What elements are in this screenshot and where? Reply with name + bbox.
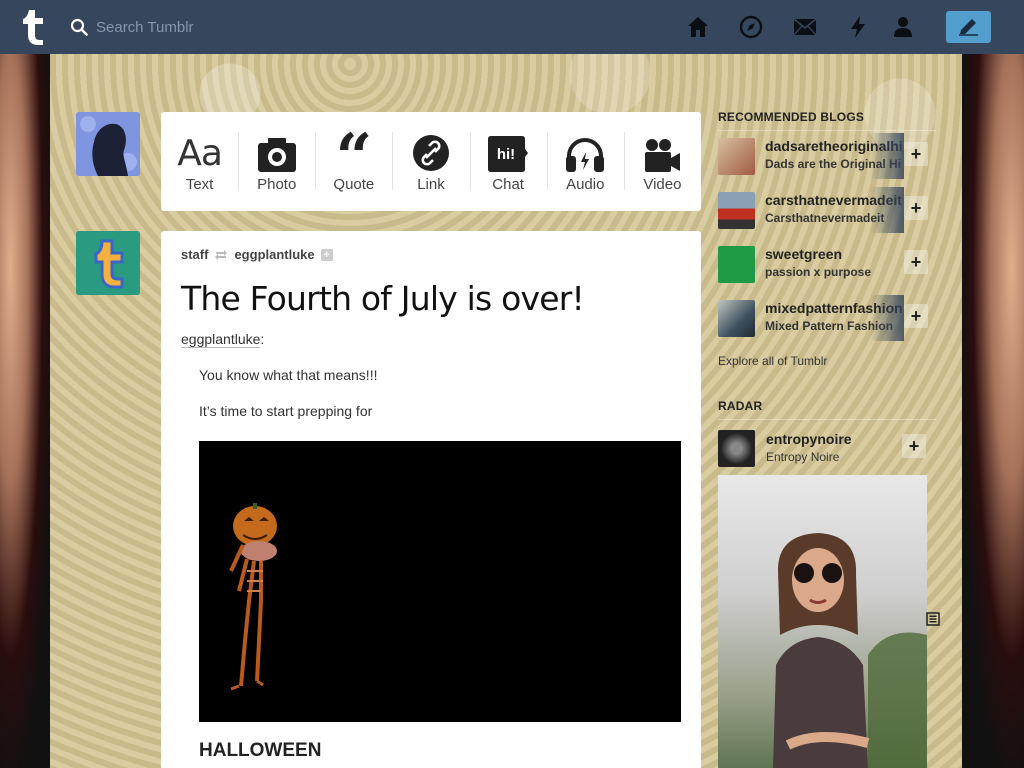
follow-button[interactable]: +	[904, 304, 928, 328]
home-icon[interactable]	[686, 15, 710, 39]
recommended-blog[interactable]: sweetgreen passion x purpose +	[718, 244, 928, 284]
recommended-heading: RECOMMENDED BLOGS	[718, 110, 936, 131]
post-type-label: Chat	[492, 176, 524, 193]
qr-code-icon[interactable]	[926, 612, 940, 626]
post-type-quote[interactable]: “ Quote	[315, 112, 392, 211]
post-type-photo[interactable]: Photo	[238, 112, 315, 211]
radar-blog-name[interactable]: entropynoire	[766, 431, 852, 447]
radar-post-image[interactable]	[718, 475, 927, 768]
link-icon	[392, 126, 469, 176]
quote-icon: “	[335, 120, 373, 195]
follow-button[interactable]: +	[904, 196, 928, 220]
post-title: The Fourth of July is over!	[181, 279, 585, 318]
compose-button[interactable]	[946, 11, 991, 43]
recommended-blog[interactable]: mixedpatternfashion Mixed Pattern Fashio…	[718, 295, 928, 341]
recommended-blog[interactable]: dadsaretheoriginalhi Dads are the Origin…	[718, 133, 928, 179]
compose-icon	[959, 19, 978, 36]
post-heading: HALLOWEEN	[199, 740, 322, 761]
blog-row-fade	[870, 187, 904, 233]
blog-row-fade	[870, 133, 904, 179]
radar-avatar[interactable]	[718, 430, 755, 467]
explore-link[interactable]: Explore all of Tumblr	[718, 354, 827, 368]
quote-author-link[interactable]: eggplantluke	[181, 331, 261, 348]
post-type-text[interactable]: Aa Text	[161, 112, 238, 211]
post-animated-image[interactable]	[199, 441, 681, 722]
video-camera-icon	[624, 126, 701, 176]
headphones-icon	[547, 126, 624, 176]
text-icon: Aa	[177, 133, 223, 174]
radar-heading: RADAR	[718, 399, 936, 420]
blog-title: passion x purpose	[765, 265, 872, 279]
top-navigation-bar	[0, 0, 1024, 54]
reblog-icon	[215, 249, 228, 260]
activity-icon[interactable]	[846, 15, 870, 39]
dancing-skeleton-image	[199, 441, 681, 722]
account-icon[interactable]	[891, 15, 915, 39]
post-line: It’s time to start prepping for	[199, 403, 373, 419]
post-author-link[interactable]: staff	[181, 247, 208, 262]
background-right	[962, 54, 1024, 768]
post-type-label: Photo	[257, 176, 297, 193]
reblog-source-link[interactable]: eggplantluke	[234, 247, 314, 262]
post-line: You know what that means!!!	[199, 367, 378, 383]
post-type-audio[interactable]: Audio	[546, 112, 624, 211]
radar-photo	[773, 533, 927, 768]
follow-button[interactable]: +	[904, 250, 928, 274]
post-type-label: Quote	[333, 176, 375, 193]
quote-author-suffix: :	[260, 331, 265, 347]
post-header: staff eggplantluke +	[181, 247, 333, 262]
blog-name: sweetgreen	[765, 246, 843, 262]
search-input[interactable]	[96, 14, 396, 40]
post-card: staff eggplantluke + The Fourth of July …	[161, 231, 701, 768]
radar-blog-title: Entropy Noire	[766, 450, 840, 464]
user-avatar[interactable]	[76, 112, 140, 176]
post-type-video[interactable]: Video	[623, 112, 701, 211]
radar-follow-button[interactable]: +	[902, 434, 926, 458]
post-type-chat[interactable]: hi! Chat	[469, 112, 547, 211]
follow-plus-icon[interactable]: +	[320, 248, 333, 261]
post-type-link[interactable]: Link	[392, 112, 469, 211]
blog-avatar	[718, 300, 755, 337]
post-type-label: Text	[185, 176, 214, 193]
explore-icon[interactable]	[739, 15, 763, 39]
quote-author: eggplantluke:	[181, 331, 265, 348]
follow-button[interactable]: +	[904, 142, 928, 166]
chat-icon: hi!	[470, 126, 547, 176]
blog-avatar	[718, 138, 755, 175]
chat-glyph: hi!	[497, 146, 515, 163]
background-left	[0, 54, 52, 768]
staff-avatar[interactable]	[76, 231, 140, 295]
post-type-bar: Aa Text Photo “ Quote Link hi! Chat Audi…	[161, 112, 701, 211]
post-type-label: Link	[417, 176, 445, 193]
blog-avatar	[718, 246, 755, 283]
post-type-label: Audio	[566, 176, 605, 193]
camera-icon	[238, 126, 315, 176]
blog-row-fade	[870, 295, 904, 341]
recommended-blog[interactable]: carsthatnevermadeit Carsthatnevermadeit …	[718, 187, 928, 233]
inbox-icon[interactable]	[793, 15, 817, 39]
tumblr-logo-icon[interactable]	[19, 8, 47, 46]
post-type-label: Video	[643, 176, 682, 193]
blog-avatar	[718, 192, 755, 229]
search-icon	[70, 18, 88, 36]
